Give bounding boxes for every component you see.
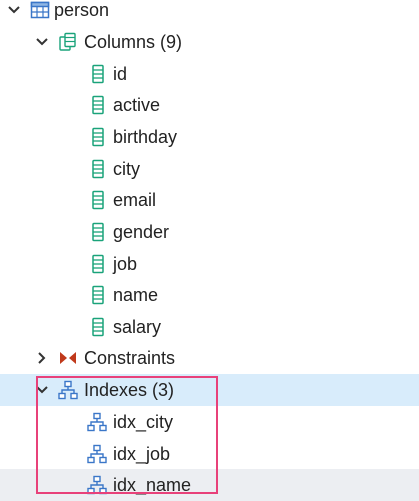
- tree-node-columns[interactable]: Columns (9): [0, 26, 419, 58]
- chevron-right-icon[interactable]: [32, 348, 52, 368]
- column-icon: [92, 190, 104, 210]
- column-icon: [92, 222, 104, 242]
- column-label: city: [113, 159, 140, 179]
- tree-node-label: Indexes (3): [84, 380, 175, 400]
- index-icon: [87, 475, 107, 495]
- index-icon: [58, 380, 78, 400]
- tree-node-indexes[interactable]: Indexes (3): [0, 374, 419, 406]
- tree-node-label: Constraints: [84, 348, 176, 368]
- column-icon: [92, 254, 104, 274]
- column-icon: [92, 95, 104, 115]
- column-item[interactable]: job: [0, 248, 419, 280]
- column-item[interactable]: salary: [0, 311, 419, 343]
- column-icon: [92, 285, 104, 305]
- index-label: idx_job: [113, 444, 171, 464]
- column-item[interactable]: name: [0, 279, 419, 311]
- chevron-down-icon[interactable]: [32, 380, 52, 400]
- column-icon: [92, 64, 104, 84]
- column-label: id: [113, 64, 128, 84]
- index-item[interactable]: idx_city: [0, 406, 419, 438]
- column-icon: [92, 317, 104, 337]
- column-icon: [92, 127, 104, 147]
- tree-node-label: Columns (9): [84, 32, 183, 52]
- tree-node-label: person: [54, 0, 110, 20]
- columns-icon: [59, 32, 76, 51]
- tree-node-constraints[interactable]: Constraints: [0, 342, 419, 374]
- column-item[interactable]: active: [0, 89, 419, 121]
- index-icon: [87, 412, 107, 432]
- column-label: active: [113, 95, 161, 115]
- column-item[interactable]: gender: [0, 216, 419, 248]
- column-icon: [92, 159, 104, 179]
- index-icon: [87, 444, 107, 464]
- column-label: name: [113, 285, 159, 305]
- column-label: birthday: [113, 127, 178, 147]
- chevron-down-icon[interactable]: [32, 32, 52, 52]
- constraints-icon: [60, 352, 76, 364]
- column-item[interactable]: city: [0, 153, 419, 185]
- index-label: idx_city: [113, 412, 174, 432]
- column-label: email: [113, 190, 157, 210]
- chevron-down-icon[interactable]: [4, 0, 24, 20]
- column-label: job: [113, 254, 138, 274]
- column-label: salary: [113, 317, 162, 337]
- column-item[interactable]: email: [0, 184, 419, 216]
- index-label: idx_name: [113, 475, 192, 495]
- index-item[interactable]: idx_name: [0, 469, 419, 501]
- index-item[interactable]: idx_job: [0, 438, 419, 470]
- tree-node-person[interactable]: person: [0, 0, 419, 26]
- column-label: gender: [113, 222, 170, 242]
- column-item[interactable]: birthday: [0, 121, 419, 153]
- table-icon: [30, 1, 50, 19]
- column-item[interactable]: id: [0, 58, 419, 90]
